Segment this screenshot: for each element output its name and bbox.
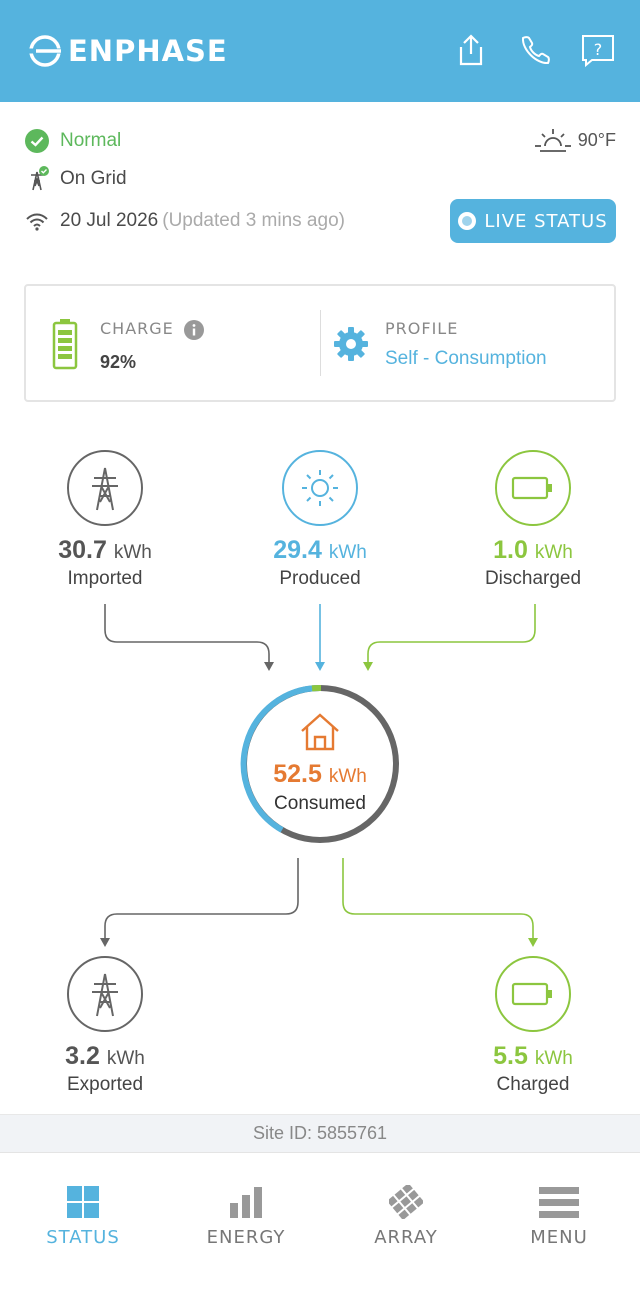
charged-label: Charged xyxy=(496,1074,570,1095)
house-icon xyxy=(301,713,339,751)
produced-node[interactable] xyxy=(282,450,358,526)
nav-array[interactable]: ARRAY xyxy=(326,1185,486,1248)
nav-menu[interactable]: MENU xyxy=(479,1185,639,1248)
nav-status[interactable]: STATUS xyxy=(3,1185,163,1248)
charged-node[interactable] xyxy=(495,956,571,1032)
array-panels-icon xyxy=(389,1185,423,1219)
nav-energy-label: ENERGY xyxy=(206,1227,286,1248)
nav-status-label: STATUS xyxy=(46,1227,120,1248)
sun-icon xyxy=(302,470,338,506)
menu-icon xyxy=(539,1187,579,1218)
discharged-node[interactable] xyxy=(495,450,571,526)
exported-label: Exported xyxy=(66,1074,144,1095)
exported-value: 3.2 kWh xyxy=(65,1042,145,1070)
nav-menu-label: MENU xyxy=(530,1227,588,1248)
imported-label: Imported xyxy=(67,568,143,589)
nav-energy[interactable]: ENERGY xyxy=(166,1185,326,1248)
battery-icon xyxy=(511,982,552,1006)
imported-node[interactable] xyxy=(67,450,143,526)
produced-value: 29.4 kWh xyxy=(273,536,367,564)
charged-value: 5.5 kWh xyxy=(493,1042,573,1070)
nav-array-label: ARRAY xyxy=(374,1227,438,1248)
discharged-label: Discharged xyxy=(484,568,582,589)
imported-value: 30.7 kWh xyxy=(58,536,152,564)
site-id-bar: Site ID: 5855761 xyxy=(0,1114,640,1152)
consumed-value[interactable]: 52.5 kWh xyxy=(220,760,420,789)
grid-tower-icon xyxy=(92,467,118,511)
battery-icon xyxy=(511,476,552,500)
discharged-value: 1.0 kWh xyxy=(493,536,573,564)
site-id-text: Site ID: 5855761 xyxy=(252,1123,388,1143)
produced-label: Produced xyxy=(279,568,361,589)
grid-tower-icon xyxy=(92,973,118,1017)
consumed-label: Consumed xyxy=(274,793,366,814)
energy-bars-icon xyxy=(230,1187,262,1218)
bottom-nav: STATUS ENERGY ARRAY MENU xyxy=(0,1152,640,1292)
exported-node[interactable] xyxy=(67,956,143,1032)
status-grid-icon xyxy=(67,1186,99,1218)
